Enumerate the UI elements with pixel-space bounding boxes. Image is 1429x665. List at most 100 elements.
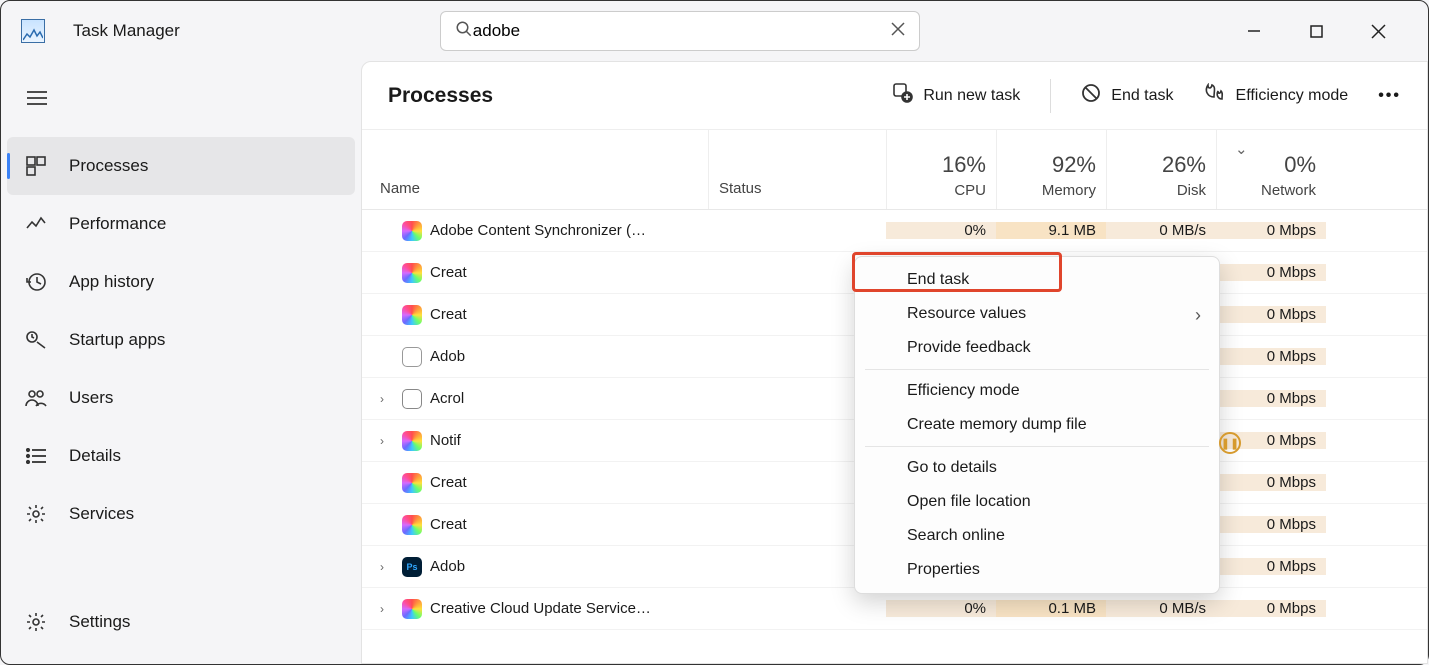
cell-network: 0 Mbps — [1216, 390, 1326, 407]
cell-disk: 0 MB/s — [1106, 222, 1216, 239]
cell-network: 0 Mbps — [1216, 348, 1326, 365]
table-row[interactable]: › Creative Cloud Update Service… 0%0.1 MB 0… — [362, 588, 1427, 630]
sidebar-item-settings[interactable]: Settings — [1, 593, 130, 651]
table-row[interactable]: Adobe Content Synchronizer (… 0%9.1 MB0 M… — [362, 210, 1427, 252]
cell-network: 0 Mbps — [1216, 264, 1326, 281]
sidebar-item-label: Services — [69, 504, 134, 524]
col-cpu[interactable]: 16% CPU — [886, 130, 996, 209]
efficiency-mode-button[interactable]: Efficiency mode — [1204, 83, 1349, 108]
col-status[interactable]: Status — [708, 130, 886, 209]
col-name[interactable]: Name — [362, 130, 708, 209]
process-name: Acrol — [430, 390, 464, 407]
process-name: Creat — [430, 516, 467, 533]
sidebar-item-performance[interactable]: Performance — [1, 195, 361, 253]
suspended-icon: ❚❚ — [1219, 432, 1241, 454]
maximize-button[interactable] — [1302, 17, 1330, 45]
col-memory[interactable]: 92% Memory — [996, 130, 1106, 209]
efficiency-icon — [1204, 83, 1226, 108]
cell-network: 0 Mbps — [1216, 600, 1326, 617]
sidebar-item-details[interactable]: Details — [1, 427, 361, 485]
process-name: Adob — [430, 348, 465, 365]
expand-icon[interactable]: › — [380, 434, 394, 448]
process-icon — [402, 263, 422, 283]
cm-properties[interactable]: Properties — [855, 553, 1219, 587]
cell-network: 0 Mbps — [1216, 306, 1326, 323]
expand-icon[interactable]: › — [380, 602, 394, 616]
search-input[interactable] — [473, 21, 891, 41]
startup-icon — [25, 330, 47, 350]
chevron-down-icon: ⌄ — [1235, 140, 1248, 158]
sidebar-item-label: App history — [69, 272, 154, 292]
sidebar-item-startup-apps[interactable]: Startup apps — [1, 311, 361, 369]
cell-network: 0 Mbps — [1216, 558, 1326, 575]
cm-open-file-location[interactable]: Open file location — [855, 485, 1219, 519]
cm-resource-values[interactable]: Resource values — [855, 297, 1219, 331]
cell-cpu: 0% — [886, 222, 996, 239]
window-controls — [1240, 17, 1418, 45]
process-name: Creat — [430, 474, 467, 491]
minimize-button[interactable] — [1240, 17, 1268, 45]
cm-search-online[interactable]: Search online — [855, 519, 1219, 553]
process-name: Creat — [430, 306, 467, 323]
cm-go-to-details[interactable]: Go to details — [855, 451, 1219, 485]
sidebar-item-label: Details — [69, 446, 121, 466]
cell-network: 0 Mbps — [1216, 516, 1326, 533]
process-icon — [402, 305, 422, 325]
process-icon — [402, 221, 422, 241]
page-title: Processes — [388, 84, 493, 108]
process-name: Creative Cloud Update Service… — [430, 600, 651, 617]
app-title: Task Manager — [73, 21, 180, 41]
sidebar: Processes Performance App history Startu… — [1, 61, 361, 664]
search-icon — [455, 20, 473, 42]
efficiency-label: Efficiency mode — [1236, 87, 1349, 105]
titlebar: Task Manager — [1, 1, 1428, 61]
cm-provide-feedback[interactable]: Provide feedback — [855, 331, 1219, 365]
sidebar-item-label: Startup apps — [69, 330, 165, 350]
process-name: Adobe Content Synchronizer (… — [430, 222, 646, 239]
sidebar-item-services[interactable]: Services — [1, 485, 361, 543]
toolbar: Processes Run new task End task Efficien… — [362, 62, 1427, 130]
cell-memory: 9.1 MB — [996, 222, 1106, 239]
process-icon — [402, 347, 422, 367]
process-icon — [402, 431, 422, 451]
sidebar-item-app-history[interactable]: App history — [1, 253, 361, 311]
process-name: Notif — [430, 432, 461, 449]
run-new-task-icon — [893, 83, 913, 108]
details-icon — [25, 448, 47, 464]
cm-separator — [865, 369, 1209, 370]
col-network[interactable]: ⌄ 0% Network — [1216, 130, 1326, 209]
close-button[interactable] — [1364, 17, 1392, 45]
cell-memory: 0.1 MB — [996, 600, 1106, 617]
sidebar-item-label: Users — [69, 388, 113, 408]
run-new-task-button[interactable]: Run new task — [893, 83, 1020, 108]
app-icon — [21, 19, 45, 43]
end-task-button[interactable]: End task — [1081, 83, 1173, 108]
process-icon — [402, 473, 422, 493]
process-name: Adob — [430, 558, 465, 575]
processes-icon — [25, 156, 47, 176]
cm-create-dump[interactable]: Create memory dump file — [855, 408, 1219, 442]
clear-search-icon[interactable] — [891, 22, 905, 40]
col-disk[interactable]: 26% Disk — [1106, 130, 1216, 209]
sidebar-item-users[interactable]: Users — [1, 369, 361, 427]
expand-icon[interactable]: › — [380, 560, 394, 574]
main-panel: Processes Run new task End task Efficien… — [361, 61, 1428, 664]
hamburger-icon[interactable] — [27, 91, 361, 109]
cm-end-task[interactable]: End task — [855, 263, 1219, 297]
more-button[interactable]: ••• — [1378, 87, 1401, 105]
sidebar-item-label: Performance — [69, 214, 166, 234]
process-icon — [402, 389, 422, 409]
process-name: Creat — [430, 264, 467, 281]
cm-separator — [865, 446, 1209, 447]
sidebar-item-processes[interactable]: Processes — [7, 137, 355, 195]
expand-icon[interactable]: › — [380, 392, 394, 406]
cell-cpu: 0% — [886, 600, 996, 617]
end-task-icon — [1081, 83, 1101, 108]
performance-icon — [25, 214, 47, 234]
sidebar-item-label: Settings — [69, 612, 130, 632]
search-box[interactable] — [440, 11, 920, 51]
history-icon — [25, 272, 47, 292]
cm-efficiency-mode[interactable]: Efficiency mode — [855, 374, 1219, 408]
settings-icon — [25, 612, 47, 632]
sidebar-item-label: Processes — [69, 156, 148, 176]
